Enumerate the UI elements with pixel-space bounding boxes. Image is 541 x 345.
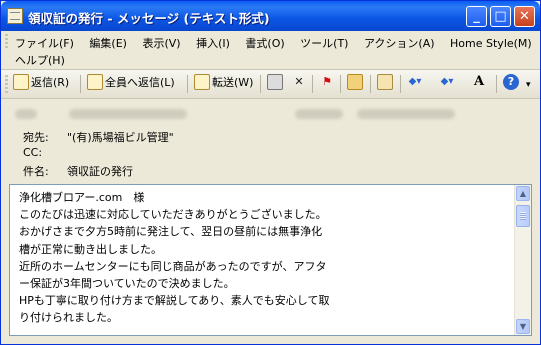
menu-bar: ファイル(F) 編集(E) 表示(V) 挿入(I) 書式(O) ツール(T) ア… [1,31,540,70]
standard-toolbar: 返信(R) 全員へ返信(L) 転送(W) ✕ ⚑ ◆▾ ◆▾ A ? ▾ [1,70,540,99]
toolbar-separator [400,75,401,93]
redacted-sender-label [15,109,37,119]
toolbar-grip[interactable] [5,75,8,93]
reply-all-label: 全員へ返信(L) [105,76,175,89]
reply-button[interactable]: 返信(R) [13,74,69,94]
help-button[interactable]: ? [503,74,521,94]
toolbar-separator [340,75,341,93]
title-bar[interactable]: 領収証の発行 - メッセージ (テキスト形式) _ □ ✕ [1,1,540,31]
to-label: 宛先: [23,131,49,144]
cc-label: CC: [23,146,43,159]
menu-view[interactable]: 表示(V) [138,35,184,51]
message-icon [7,8,23,24]
previous-item-icon: ◆▾ [408,76,422,87]
font-size-button[interactable]: A [471,74,489,94]
toolbar-separator [312,75,313,93]
scroll-down-icon[interactable]: ▼ [516,319,530,334]
maximize-icon: □ [494,9,507,24]
forward-icon [194,74,210,90]
to-value[interactable]: "(有)馬場福ビル管理" [67,129,174,145]
reply-all-button[interactable]: 全員へ返信(L) [87,74,175,94]
close-button[interactable]: ✕ [514,6,535,27]
menu-help[interactable]: ヘルプ(H) [11,52,69,68]
body-line: り付けられました。 [19,311,118,325]
body-line: 浄化槽ブロアー.com 様 [19,191,145,204]
vertical-scrollbar[interactable]: ▲ ▼ [514,185,531,335]
forward-label: 転送(W) [212,76,254,89]
print-button[interactable] [267,74,285,94]
flag-button[interactable]: ⚑ [319,74,337,94]
menu-home-style[interactable]: Home Style(M) [446,37,536,50]
subject-label: 件名: [23,165,49,178]
subject-value: 領収証の発行 [67,165,133,178]
redacted-date-label [295,109,343,119]
toolbar-separator [370,75,371,93]
body-line: HPも丁寧に取り付け方まで解説してあり、素人でも安心して取 [19,294,330,308]
print-icon [267,74,283,90]
body-line: このたびは迅速に対応していただきありがとうございました。 [19,208,327,222]
window-title: 領収証の発行 - メッセージ (テキスト形式) [28,11,270,26]
menu-actions[interactable]: アクション(A) [360,35,439,51]
redacted-sender [69,109,187,119]
body-line: ー保証が3年間ついていたので決めました。 [19,277,235,291]
minimize-button[interactable]: _ [466,6,487,27]
message-text[interactable]: 浄化槽ブロアー.com 様 このたびは迅速に対応していただきありがとうございまし… [19,189,509,327]
menu-tools[interactable]: ツール(T) [296,35,352,51]
delete-icon: ✕ [294,75,304,88]
address-book-button[interactable] [377,74,395,94]
maximize-button[interactable]: □ [490,6,511,27]
menu-insert[interactable]: 挿入(I) [192,35,234,51]
toolbar-separator [260,75,261,93]
next-item-icon: ◆▾ [440,76,454,87]
toolbar-options-chevron-icon[interactable]: ▾ [526,80,531,100]
scroll-up-icon[interactable]: ▲ [516,186,530,201]
redacted-date [357,109,455,119]
address-book-icon [377,74,393,90]
menu-file[interactable]: ファイル(F) [11,35,78,51]
reply-label: 返信(R) [31,76,70,89]
body-line: 近所のホームセンターにも同じ商品があったのですが、アフタ [19,259,327,273]
message-window: 領収証の発行 - メッセージ (テキスト形式) _ □ ✕ ファイル(F) 編集… [0,0,541,345]
body-line: 槽が正常に動き出しました。 [19,242,162,256]
previous-item-button[interactable]: ◆▾ [407,74,425,94]
minimize-icon: _ [473,9,480,24]
message-header: 宛先: "(有)馬場福ビル管理" CC: 件名: 領収証の発行 [9,101,532,181]
forward-button[interactable]: 転送(W) [194,74,253,94]
toolbar-separator [496,75,497,93]
menu-format[interactable]: 書式(O) [241,35,288,51]
delete-button[interactable]: ✕ [291,74,309,94]
font-size-icon: A [473,74,485,89]
menu-grip[interactable] [5,34,8,49]
menu-row-1: ファイル(F) 編集(E) 表示(V) 挿入(I) 書式(O) ツール(T) ア… [11,35,536,51]
toolbar-separator [187,75,188,93]
move-to-folder-icon [347,74,363,90]
menu-row-2: ヘルプ(H) [11,52,69,68]
help-icon: ? [503,74,519,90]
menu-edit[interactable]: 編集(E) [85,35,131,51]
reply-all-icon [87,74,103,90]
scroll-thumb[interactable] [516,205,530,227]
message-body[interactable]: 浄化槽ブロアー.com 様 このたびは迅速に対応していただきありがとうございまし… [9,184,532,336]
close-icon: ✕ [519,9,530,24]
reply-icon [13,74,29,90]
next-item-button[interactable]: ◆▾ [439,74,457,94]
flag-icon: ⚑ [322,75,332,88]
toolbar-separator [80,75,81,93]
body-line: おかげさまで夕方5時前に発注して、翌日の昼前には無事浄化 [19,225,323,239]
move-to-folder-button[interactable] [347,74,365,94]
